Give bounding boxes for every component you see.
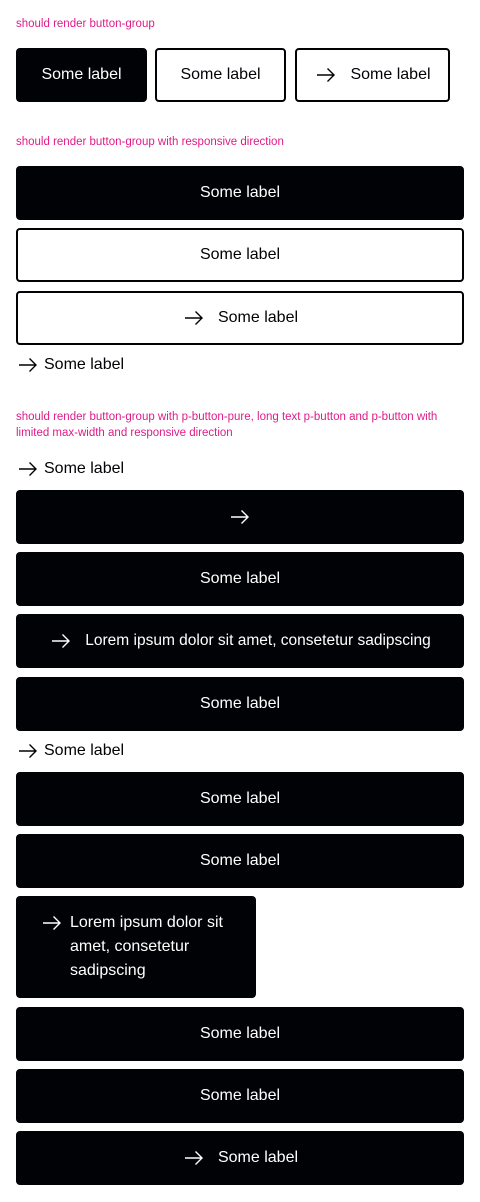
button-label: Some label bbox=[199, 852, 281, 869]
primary-button[interactable]: Some label bbox=[16, 834, 464, 888]
arrow-right-icon bbox=[228, 505, 252, 529]
button-label: Some label bbox=[199, 1087, 281, 1104]
button-label: Some label bbox=[199, 184, 281, 201]
arrow-right-icon bbox=[16, 739, 40, 763]
secondary-button[interactable]: Some label bbox=[16, 228, 464, 282]
button-label: Some label bbox=[199, 246, 281, 263]
arrow-right-icon bbox=[49, 629, 73, 653]
pure-button[interactable]: Some label bbox=[16, 739, 124, 763]
button-label: Lorem ipsum dolor sit amet, consetetur s… bbox=[70, 914, 223, 979]
button-label: Some label bbox=[217, 309, 299, 326]
section-heading-responsive-direction: should render button-group with responsi… bbox=[16, 136, 284, 148]
long-text-button[interactable]: Lorem ipsum dolor sit amet, consetetur s… bbox=[16, 614, 464, 668]
button-label: Some label bbox=[44, 460, 125, 477]
button-label: Some label bbox=[180, 66, 261, 83]
section-heading-button-group: should render button-group bbox=[16, 18, 155, 30]
max-width-button[interactable]: Lorem ipsum dolor sit amet, consetetur s… bbox=[16, 896, 256, 998]
arrow-right-icon bbox=[182, 1146, 206, 1170]
arrow-right-icon bbox=[314, 63, 338, 87]
arrow-right-icon bbox=[16, 457, 40, 481]
primary-button[interactable]: Some label bbox=[16, 677, 464, 731]
primary-icon-button[interactable]: Some label bbox=[16, 1131, 464, 1185]
pure-button[interactable]: Some label bbox=[16, 457, 124, 481]
primary-button[interactable]: Some label bbox=[16, 48, 147, 102]
secondary-icon-button[interactable]: Some label bbox=[16, 291, 464, 345]
button-label: Some label bbox=[44, 742, 125, 759]
primary-button[interactable]: Some label bbox=[16, 772, 464, 826]
button-label: Lorem ipsum dolor sit amet, consetetur s… bbox=[85, 632, 431, 649]
button-label: Some label bbox=[217, 1149, 299, 1166]
primary-button[interactable]: Some label bbox=[16, 1007, 464, 1061]
secondary-icon-button[interactable]: Some label bbox=[295, 48, 450, 102]
button-label: Some label bbox=[199, 790, 281, 807]
pure-button[interactable]: Some label bbox=[16, 353, 124, 377]
button-label: Some label bbox=[199, 695, 281, 712]
icon-only-button[interactable] bbox=[16, 490, 464, 544]
section-heading-pure-long-text-max-width: should render button-group with p-button… bbox=[16, 411, 438, 439]
primary-button[interactable]: Some label bbox=[16, 1069, 464, 1123]
primary-button[interactable]: Some label bbox=[16, 166, 464, 220]
primary-button[interactable]: Some label bbox=[16, 552, 464, 606]
arrow-right-icon bbox=[40, 911, 64, 935]
arrow-right-icon bbox=[16, 353, 40, 377]
button-label: Some label bbox=[350, 66, 431, 83]
button-label: Some label bbox=[44, 356, 125, 373]
arrow-right-icon bbox=[182, 306, 206, 330]
secondary-button[interactable]: Some label bbox=[155, 48, 286, 102]
button-label: Some label bbox=[199, 1025, 281, 1042]
button-label: Some label bbox=[199, 570, 281, 587]
button-label: Some label bbox=[41, 66, 122, 83]
